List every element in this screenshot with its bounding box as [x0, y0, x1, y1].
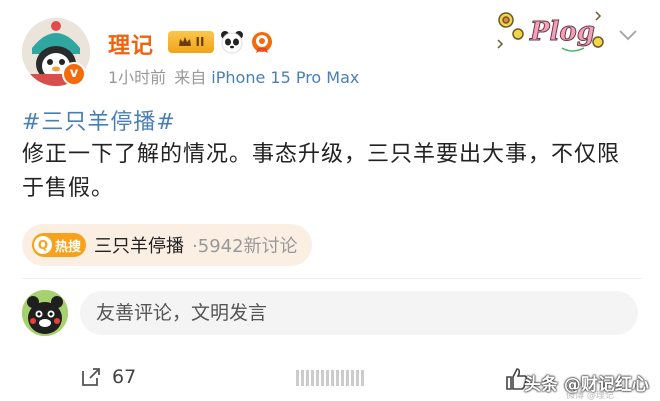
weibo-post: v 理记 II 1小时前 来自 iPhone 15 Pro Max Plog #…: [0, 0, 660, 401]
watermark-sub: 微博 @理记: [566, 391, 614, 401]
crown-icon: [178, 37, 191, 46]
source-prefix: 来自: [174, 68, 207, 87]
hot-search-count-value: 5942新讨论: [197, 236, 298, 257]
plog-text: Plog: [529, 17, 595, 47]
divider: [22, 278, 642, 279]
repost-count: 67: [112, 366, 137, 388]
rank-badge[interactable]: II: [168, 31, 214, 53]
repost-icon: [82, 368, 100, 386]
hot-search-title: 三只羊停播: [94, 236, 185, 257]
search-q-icon: Q: [34, 236, 52, 254]
chevron-down-icon[interactable]: [618, 28, 638, 42]
verified-badge-icon: v: [62, 62, 86, 86]
rank-badge-label: II: [195, 35, 205, 49]
hashtag-link[interactable]: #三只羊停播#: [22, 104, 176, 136]
post-source: 来自 iPhone 15 Pro Max: [174, 64, 359, 88]
repost-button[interactable]: 67: [80, 366, 136, 388]
panda-icon[interactable]: [220, 30, 244, 54]
post-content: 修正一下了解的情况。事态升级，三只羊要出大事，不仅限于售假。: [22, 142, 621, 201]
device-name[interactable]: iPhone 15 Pro Max: [211, 68, 359, 87]
user-badges: II: [168, 30, 274, 54]
medal-icon[interactable]: [250, 30, 274, 54]
hot-search-logo: Q 热搜: [32, 233, 87, 257]
post-time: 1小时前: [108, 68, 167, 87]
hot-search-count: ·5942新讨论: [192, 232, 298, 258]
comment-user-avatar[interactable]: [22, 290, 68, 336]
post-meta: 1小时前 来自 iPhone 15 Pro Max: [108, 64, 359, 88]
hot-search-logo-label: 热搜: [55, 239, 82, 255]
plog-sticker: Plog: [497, 11, 604, 52]
action-bar: 67 头条 @财记红心 微博 @理记: [0, 356, 660, 401]
comment-input[interactable]: [80, 291, 638, 335]
hot-search-pill[interactable]: Q 热搜 三只羊停播 ·5942新讨论: [22, 224, 312, 266]
username[interactable]: 理记: [108, 28, 154, 60]
comment-button[interactable]: [296, 370, 368, 386]
